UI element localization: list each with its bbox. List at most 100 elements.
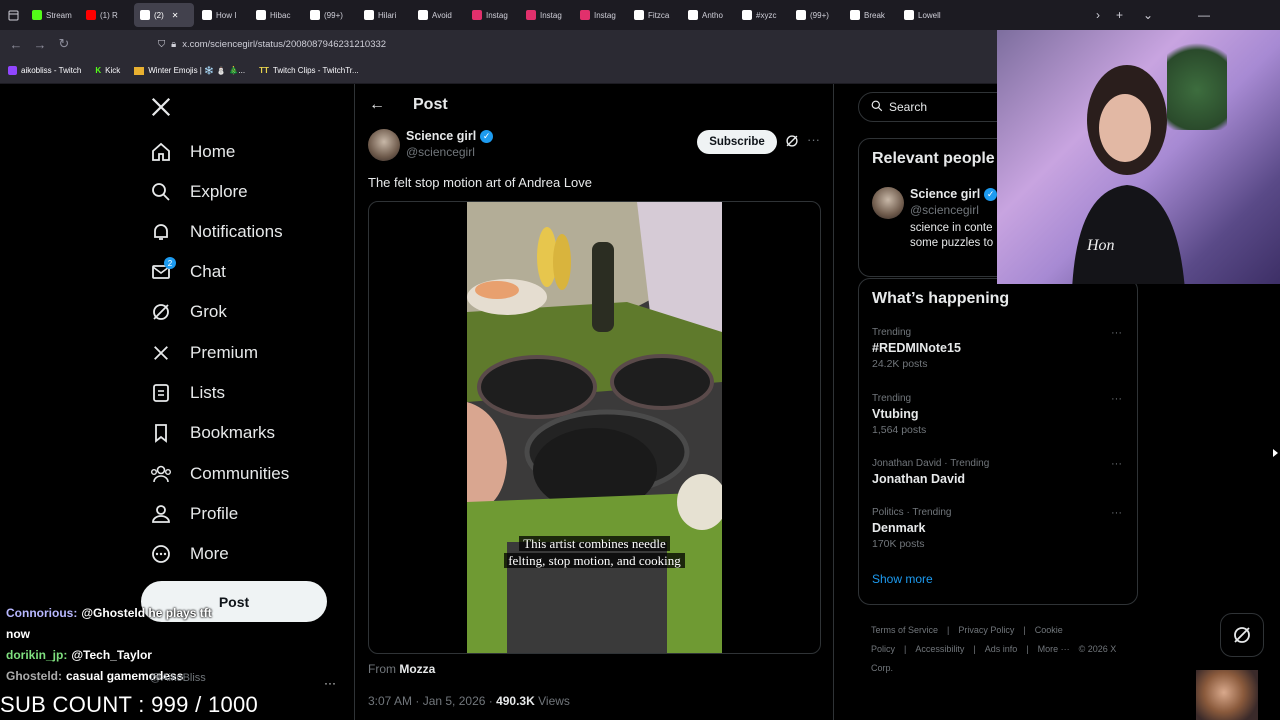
tab-list-icon[interactable] [0,0,26,30]
minimize-button[interactable]: — [1198,0,1210,30]
url-bar[interactable]: ⛉ 🔒︎ x.com/sciencegirl/status/2008087946… [150,33,1000,55]
nav-lists[interactable]: Lists [150,382,225,404]
subscribe-button[interactable]: Subscribe [697,130,777,154]
browser-tab[interactable]: Instag [574,0,626,30]
nav-profile[interactable]: Profile [150,503,238,525]
post-author[interactable]: Science girl ✓ @sciencegirl [368,129,494,161]
footer-link[interactable]: Accessibility [915,644,964,654]
relevant-user[interactable]: Science girl ✓ @sciencegirl science in co… [872,187,998,251]
footer-separator: | [1026,644,1029,654]
footer-links: Terms of Service | Privacy Policy | Cookie P… [871,621,1131,678]
tab-list-dropdown-icon[interactable]: ⌄ [1143,0,1153,30]
tab-favicon-icon [526,10,536,20]
nav-premium[interactable]: Premium [150,342,258,364]
browser-tab[interactable]: (99+) [790,0,842,30]
x-logo-icon[interactable] [150,96,176,122]
browser-tab[interactable]: Fitzca [628,0,680,30]
video-caption: This artist combines needle felting, sto… [467,535,722,569]
show-more-link[interactable]: Show more [872,572,933,586]
post-source: From Mozza [368,662,436,676]
browser-tab[interactable]: Stream [26,0,78,30]
more-options-icon[interactable]: ··· [1111,327,1122,339]
footer-link[interactable]: Ads info [985,644,1018,654]
nav-communities[interactable]: Communities [150,463,289,485]
avatar[interactable] [368,129,400,161]
footer-separator: | [947,625,950,635]
nav-grok[interactable]: Grok [150,301,227,323]
back-arrow-icon[interactable]: ← [369,96,385,114]
browser-tab[interactable]: Avoid [412,0,464,30]
browser-tab[interactable]: Antho [682,0,734,30]
trend-item[interactable]: Trending #REDMINote15 24.2K posts ··· [872,327,1132,370]
page-title: Post [413,96,448,113]
back-icon[interactable]: ← [4,37,28,52]
post-text: The felt stop motion art of Andrea Love [368,175,593,190]
browser-tab[interactable]: Break [844,0,896,30]
account-switcher[interactable]: @AikoBliss [150,672,206,684]
tab-scroll-right-icon[interactable]: › [1096,0,1100,30]
trend-item[interactable]: Jonathan David · Trending Jonathan David… [872,458,1132,486]
grok-float-button[interactable] [1220,613,1264,657]
nav-bookmarks[interactable]: Bookmarks [150,422,275,444]
bookmark-item[interactable]: K Kick [95,66,120,75]
new-tab-button[interactable]: + [1116,0,1123,30]
nav-chat[interactable]: 2 Chat [150,257,226,283]
author-handle[interactable]: @sciencegirl [406,145,493,159]
x-logo-icon [150,342,172,364]
forward-icon[interactable]: → [28,37,52,52]
tab-favicon-icon [904,10,914,20]
tab-favicon-icon [688,10,698,20]
browser-tab[interactable]: Lowell [898,0,950,30]
people-icon [150,463,172,485]
more-options-icon[interactable]: ··· [1111,458,1122,470]
browser-tab[interactable]: Hilari [358,0,410,30]
bookmark-item[interactable]: aikobliss - Twitch [8,66,81,75]
secondary-webcam [1196,670,1258,720]
browser-tab[interactable]: (1) R [80,0,132,30]
person-icon [150,503,172,525]
browser-tab[interactable]: Instag [520,0,572,30]
author-name[interactable]: Science girl [406,129,476,143]
tab-favicon-icon [140,10,150,20]
trend-item[interactable]: Politics · Trending Denmark 170K posts ·… [872,507,1132,550]
search-icon [150,181,172,203]
streamer-figure: Hon [1072,65,1185,284]
tab-favicon-icon [634,10,644,20]
close-tab-icon[interactable]: ✕ [172,11,179,20]
kick-icon: K [95,66,102,75]
bell-icon [150,221,172,243]
source-link[interactable]: Mozza [399,662,435,676]
reload-icon[interactable]: ↻ [52,36,76,52]
webcam-overlay: Hon [997,30,1280,284]
more-options-icon[interactable]: ··· [1111,507,1122,519]
twitch-icon [8,66,17,75]
nav-more[interactable]: More [150,543,229,565]
post-meta: 3:07 AM · Jan 5, 2026 · 490.3K Views [368,694,570,708]
footer-link[interactable]: More ··· [1038,644,1070,654]
more-options-icon[interactable]: ··· [807,132,820,147]
bookmark-item[interactable]: Winter Emojis | ❄️ ⛄ 🎄... [134,66,245,75]
nav-explore[interactable]: Explore [150,181,248,203]
footer-link[interactable]: Privacy Policy [958,625,1014,635]
video-player[interactable]: This artist combines needle felting, sto… [467,202,722,653]
avatar[interactable] [872,187,904,219]
bookmark-item[interactable]: TT Twitch Clips - TwitchTr... [259,66,359,75]
trend-item[interactable]: Trending Vtubing 1,564 posts ··· [872,393,1132,436]
more-options-icon[interactable]: ··· [324,676,336,690]
post-media[interactable]: This artist combines needle felting, sto… [368,201,821,654]
nav-notifications[interactable]: Notifications [150,221,283,243]
grok-icon[interactable] [785,134,799,151]
more-options-icon[interactable]: ··· [1111,393,1122,405]
browser-tab[interactable]: (99+) [304,0,356,30]
grok-icon [1234,627,1250,643]
browser-tab[interactable]: How I [196,0,248,30]
browser-tab[interactable]: #xyzc [736,0,788,30]
browser-tab[interactable]: Instag [466,0,518,30]
tab-favicon-icon [418,10,428,20]
browser-tab[interactable]: Hibac [250,0,302,30]
nav-home[interactable]: Home [150,141,235,163]
footer-link[interactable]: Terms of Service [871,625,938,635]
svg-text:Hon: Hon [1086,237,1115,254]
folder-icon [134,66,145,75]
browser-tab[interactable]: (2) ✕ [134,3,194,27]
